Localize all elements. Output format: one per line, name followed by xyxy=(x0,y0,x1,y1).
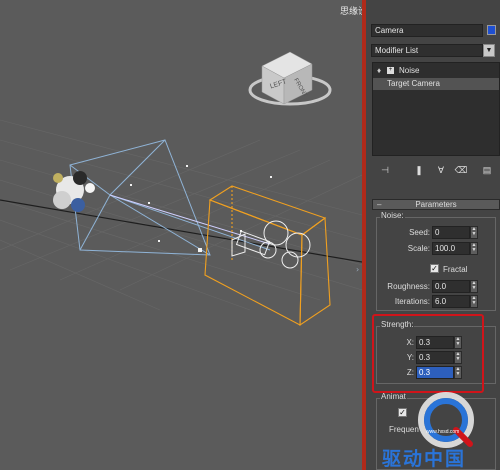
parameters-rollout-header[interactable]: – Parameters xyxy=(372,199,500,210)
seed-input[interactable]: 0 xyxy=(432,226,470,239)
viewport-edge-arrow: › xyxy=(356,265,359,274)
fractal-checkbox[interactable]: ✓ xyxy=(430,264,439,273)
perspective-viewport[interactable]: › LEFT FRONT 思缘设计论坛 www.missyuan.com xyxy=(0,0,362,470)
expand-icon[interactable]: + xyxy=(387,67,394,74)
home-grid xyxy=(0,119,362,311)
parameters-title: Parameters xyxy=(415,200,457,209)
seed-label: Seed: xyxy=(409,228,430,237)
frequency-label: Frequen xyxy=(389,425,419,434)
fractal-label: Fractal xyxy=(443,265,468,274)
selection-bounding-box xyxy=(204,185,331,327)
stack-item-label: Noise xyxy=(399,66,420,75)
scale-label: Scale: xyxy=(407,244,430,253)
iterations-label: Iterations: xyxy=(394,297,430,306)
chevron-down-icon[interactable]: ▼ xyxy=(483,44,495,57)
seed-spinner[interactable]: ▲ ▼ xyxy=(470,226,478,239)
roughness-spinner[interactable]: ▲ ▼ xyxy=(470,280,478,293)
collapse-icon: – xyxy=(377,200,382,209)
modifier-stack[interactable]: ♦ + Noise Target Camera xyxy=(372,62,500,156)
site-banner: 思缘设计论坛 www.missyuan.com xyxy=(340,6,362,16)
camera-frustum xyxy=(69,139,271,256)
object-name-field[interactable]: Camera xyxy=(371,24,483,37)
roughness-label: Roughness: xyxy=(387,282,430,291)
remove-modifier-icon[interactable]: ⌫ xyxy=(454,163,468,177)
noise-group-title: Noise: xyxy=(380,211,405,220)
pin-stack-icon[interactable]: ⊣ xyxy=(378,163,392,177)
iterations-spinner[interactable]: ▲ ▼ xyxy=(470,295,478,308)
modifier-list-dropdown[interactable]: Modifier List xyxy=(371,44,483,57)
watermark-text: 驱动中国 xyxy=(382,448,467,470)
command-panel: Camera Modifier List ▼ ♦ + Noise Target … xyxy=(362,0,500,470)
scene-markers xyxy=(130,165,272,252)
make-unique-icon[interactable]: ∀ xyxy=(434,163,448,177)
camera-target-object xyxy=(53,171,95,212)
strength-highlight-frame xyxy=(372,314,484,393)
lightbulb-icon[interactable]: ♦ xyxy=(377,65,381,77)
roughness-input[interactable]: 0.0 xyxy=(432,280,470,293)
viewcube[interactable]: LEFT FRONT xyxy=(240,38,340,118)
object-color-swatch[interactable] xyxy=(487,25,496,35)
stack-item-noise[interactable]: ♦ + Noise xyxy=(373,65,499,77)
stack-item-target-camera[interactable]: Target Camera xyxy=(373,78,499,90)
stack-item-label: Target Camera xyxy=(387,79,440,88)
camera-model xyxy=(231,220,311,269)
show-end-result-icon[interactable]: ❚ xyxy=(412,163,426,177)
stack-toolbar: ⊣ ❚ ∀ ⌫ ▤ xyxy=(372,160,500,182)
animation-group-title: Animat xyxy=(380,392,407,401)
scale-input[interactable]: 100.0 xyxy=(432,242,470,255)
scale-spinner[interactable]: ▲ ▼ xyxy=(470,242,478,255)
configure-sets-icon[interactable]: ▤ xyxy=(480,163,494,177)
animate-noise-checkbox[interactable]: ✓ xyxy=(398,408,407,417)
iterations-input[interactable]: 6.0 xyxy=(432,295,470,308)
